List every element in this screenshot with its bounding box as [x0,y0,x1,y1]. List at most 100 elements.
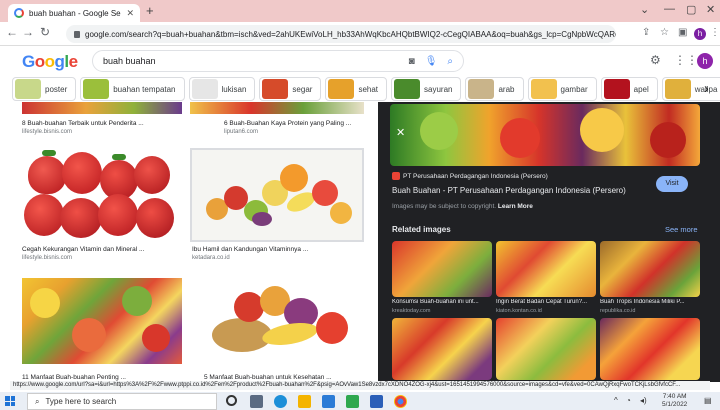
network-icon[interactable]: ◔ [626,396,631,405]
related-image[interactable] [392,318,492,380]
result-caption[interactable]: 8 Buah-buahan Terbaik untuk Penderita ..… [22,120,144,127]
taskbar-search[interactable]: ⌕ Type here to search [27,393,217,410]
minimize-icon[interactable]: — [664,3,675,15]
chip-thumbnail [530,79,557,99]
lock-icon [74,30,80,38]
task-view-icon[interactable] [250,395,263,408]
chip-poster[interactable]: poster [12,77,77,101]
result-image-selected[interactable] [190,148,364,242]
result-image[interactable] [190,102,364,114]
url-text: google.com/search?q=buah+buahan&tbm=isch… [85,29,616,39]
tab-title: buah buahan - Google Search [29,8,121,18]
result-image[interactable] [22,278,182,364]
search-query: buah buahan [103,56,156,66]
word-icon[interactable] [370,395,383,408]
chip-gambar[interactable]: gambar [527,77,597,101]
chip-wallpa[interactable]: wallpa [661,77,720,101]
chip-apel[interactable]: apel [600,77,658,101]
suggestion-chips: poster buahan tempatan lukisan segar sehat sa… [12,76,720,102]
result-image[interactable] [22,102,182,114]
google-logo[interactable]: Google [22,52,78,72]
share-icon[interactable]: ⇪ [642,27,650,38]
chip-arab[interactable]: arab [465,77,524,101]
clock[interactable]: 7:40 AM 5/1/2022 [662,393,687,409]
edge-icon[interactable] [274,395,287,408]
related-caption[interactable]: Ingin Berat Badan Cepat Turun?... [496,299,596,305]
see-more-link[interactable]: See more [665,225,698,234]
apps-grid-icon[interactable]: ⋮⋮ [674,53,698,67]
result-caption[interactable]: 5 Manfaat Buah-buahan untuk Kesehatan ..… [204,374,332,381]
chip-thumbnail [191,79,218,99]
search-icon[interactable]: ⌕ [447,56,453,67]
camera-icon[interactable]: ◙ [409,56,415,67]
result-image[interactable] [204,278,364,364]
related-heading: Related images [392,225,451,234]
result-source: lifestyle.bisnis.com [22,129,73,135]
file-explorer-icon[interactable] [298,395,311,408]
related-caption[interactable]: Konsumsi Buah-buahan ini unt... [392,299,492,305]
address-bar[interactable]: google.com/search?q=buah+buahan&tbm=isch… [66,25,616,43]
chevron-down-icon[interactable]: ⌄ [640,3,649,16]
result-caption[interactable]: 6 Buah-Buahan Kaya Protein yang Paling .… [224,120,351,127]
store-icon[interactable] [322,395,335,408]
chip-thumbnail [15,79,41,99]
chevron-right-icon[interactable]: › [704,80,709,96]
chip-segar[interactable]: segar [259,77,322,101]
related-source: republika.co.id [600,308,636,314]
browser-tab[interactable]: buah buahan - Google Search ✕ [8,4,140,22]
chip-thumbnail [328,79,355,99]
chip-buahan-tempatan[interactable]: buahan tempatan [80,77,185,101]
related-image[interactable] [600,241,700,297]
related-caption[interactable]: Buah Tropis Indonesia Miliki P... [600,299,700,305]
close-icon[interactable]: ✕ [396,126,405,139]
result-caption[interactable]: Ibu Hamil dan Kandungan Vitaminnya ... [192,246,308,253]
search-input[interactable]: buah buahan ◙ 🎙 ⌕ [92,50,464,72]
cortana-icon[interactable] [226,395,237,406]
browser-menu-icon[interactable]: ⋮ [710,27,720,38]
learn-more-link[interactable]: Learn More [498,203,533,210]
volume-icon[interactable]: ◂) [640,396,647,405]
maximize-icon[interactable]: ▢ [686,3,696,16]
microphone-icon[interactable]: 🎙 [425,56,438,67]
preview-title[interactable]: Buah Buahan - PT Perusahaan Perdagangan … [392,186,626,195]
taskbar-search-placeholder: Type here to search [45,397,117,406]
result-image[interactable] [22,148,182,242]
related-image[interactable] [496,241,596,297]
chip-sehat[interactable]: sehat [325,77,388,101]
back-icon[interactable]: ← [6,25,18,39]
logo-letter: g [54,52,65,71]
forward-icon[interactable]: → [22,25,34,39]
chip-label: sayuran [424,84,453,94]
related-image[interactable] [496,318,596,380]
result-caption[interactable]: Cegah Kekurangan Vitamin dan Mineral ... [22,246,144,253]
chrome-icon[interactable] [394,395,407,408]
close-tab-icon[interactable]: ✕ [126,8,134,19]
reload-icon[interactable]: ↻ [40,25,50,39]
bookmark-star-icon[interactable]: ☆ [660,27,669,38]
visit-button[interactable]: Visit [656,176,688,192]
tray-chevron-icon[interactable]: ^ [614,396,618,405]
chip-lukisan[interactable]: lukisan [188,77,256,101]
chip-label: poster [45,84,68,94]
notification-icon[interactable]: ▤ [704,396,712,405]
preview-image[interactable] [390,104,700,166]
related-image[interactable] [600,318,700,380]
app-icon[interactable] [346,395,359,408]
logo-letter: o [34,52,45,71]
window-close-icon[interactable]: ✕ [706,3,715,16]
related-source: kiaton.kontan.co.id [496,308,542,314]
new-tab-button[interactable]: + [146,3,154,18]
sidebar-icon[interactable]: ▣ [678,27,687,38]
copyright-text: Images may be subject to copyright. [392,203,497,210]
chip-label: arab [498,84,515,94]
account-avatar[interactable]: h [697,53,713,69]
related-image[interactable] [392,241,492,297]
search-icon: ⌕ [35,396,40,406]
windows-start-icon[interactable] [5,396,15,406]
chip-sayuran[interactable]: sayuran [391,77,462,101]
settings-gear-icon[interactable]: ⚙ [650,53,661,67]
browser-profile-avatar[interactable]: h [694,28,706,40]
publisher[interactable]: PT Perusahaan Perdagangan Indonesia (Per… [392,172,548,180]
result-caption[interactable]: 11 Manfaat Buah-buahan Penting ... [22,374,126,381]
chip-thumbnail [664,79,691,99]
